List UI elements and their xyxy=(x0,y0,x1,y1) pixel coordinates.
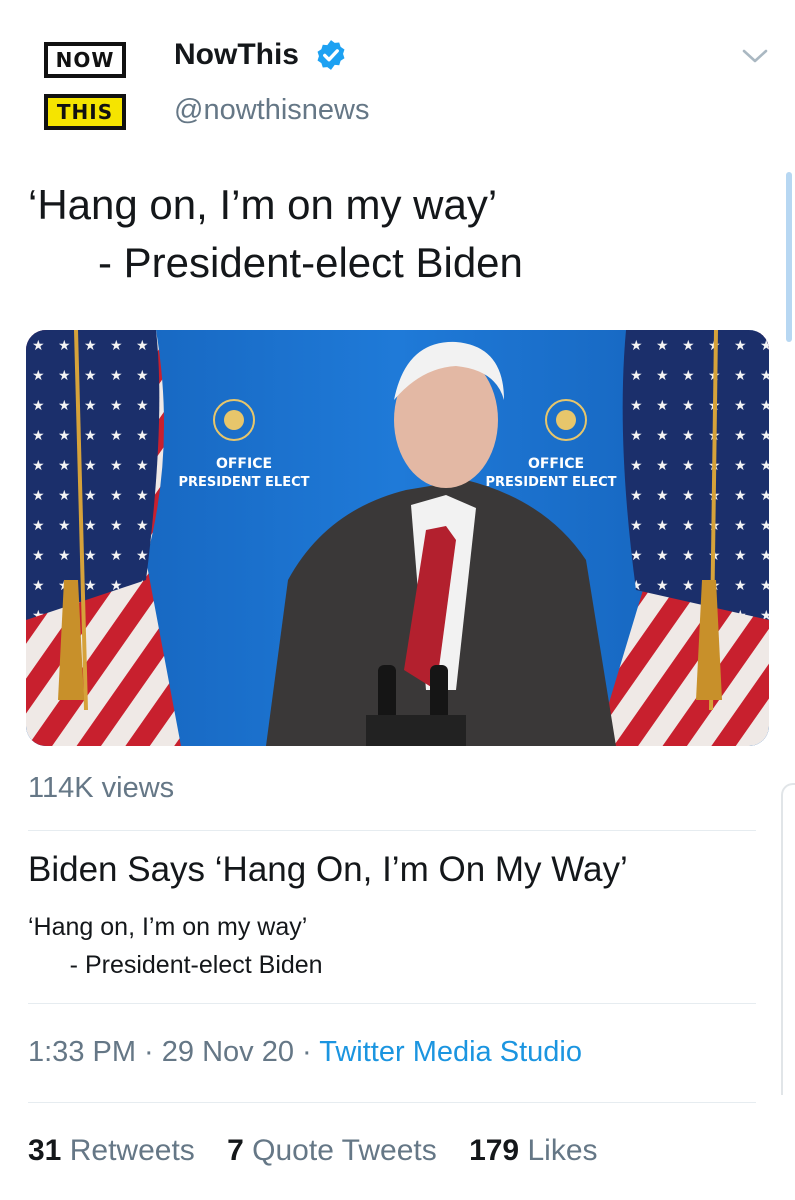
author-handle[interactable]: @nowthisnews xyxy=(174,94,369,127)
tweet-timestamp-row: 1:33 PM · 29 Nov 20 · Twitter Media Stud… xyxy=(28,1036,582,1069)
nowthis-logo[interactable]: NOW THIS xyxy=(44,42,128,130)
verified-badge-icon xyxy=(317,40,345,70)
separator: · xyxy=(293,1036,320,1068)
scrollbar[interactable] xyxy=(786,172,792,342)
quote-tweets-stat[interactable]: 7 Quote Tweets xyxy=(227,1134,437,1167)
video-thumbnail[interactable]: ★ OFFICE PRESIDENT ELECT xyxy=(26,330,769,746)
likes-stat[interactable]: 179 Likes xyxy=(469,1134,597,1167)
backdrop-president-elect-right: PRESIDENT ELECT xyxy=(485,475,616,490)
backdrop-office-right: OFFICE xyxy=(528,456,584,472)
logo-this-text: THIS xyxy=(44,94,126,130)
engagement-stats: 31 Retweets 7 Quote Tweets 179 Likes xyxy=(28,1134,622,1168)
divider xyxy=(28,1102,756,1103)
video-title: Biden Says ‘Hang On, I’m On My Way’ xyxy=(28,850,628,889)
divider xyxy=(28,830,756,831)
video-description: ‘Hang on, I’m on my way’ - President-ele… xyxy=(28,913,323,979)
likes-label: Likes xyxy=(527,1134,598,1167)
logo-now-text: NOW xyxy=(44,42,126,78)
quote-tweets-label: Quote Tweets xyxy=(252,1134,437,1167)
view-count: 114K views xyxy=(28,772,175,804)
author-name[interactable]: NowThis xyxy=(174,38,299,72)
backdrop-office-left: OFFICE xyxy=(216,456,272,472)
video-frame-image: ★ OFFICE PRESIDENT ELECT xyxy=(26,330,769,746)
retweets-label: Retweets xyxy=(69,1134,195,1167)
divider xyxy=(28,1003,756,1004)
likes-count: 179 xyxy=(469,1134,520,1167)
source-link[interactable]: Twitter Media Studio xyxy=(319,1036,582,1068)
tweet-text: ‘Hang on, I’m on my way’ - President-ele… xyxy=(28,181,523,286)
chevron-down-icon[interactable] xyxy=(740,44,770,68)
retweets-count: 31 xyxy=(28,1134,62,1167)
quote-tweets-count: 7 xyxy=(227,1134,244,1167)
retweets-stat[interactable]: 31 Retweets xyxy=(28,1134,195,1167)
separator: · xyxy=(136,1036,162,1068)
next-tweet-edge xyxy=(781,783,795,1095)
backdrop-president-elect-left: PRESIDENT ELECT xyxy=(178,475,309,490)
tweet-date[interactable]: 29 Nov 20 xyxy=(162,1036,294,1068)
tweet-time[interactable]: 1:33 PM xyxy=(28,1036,136,1068)
